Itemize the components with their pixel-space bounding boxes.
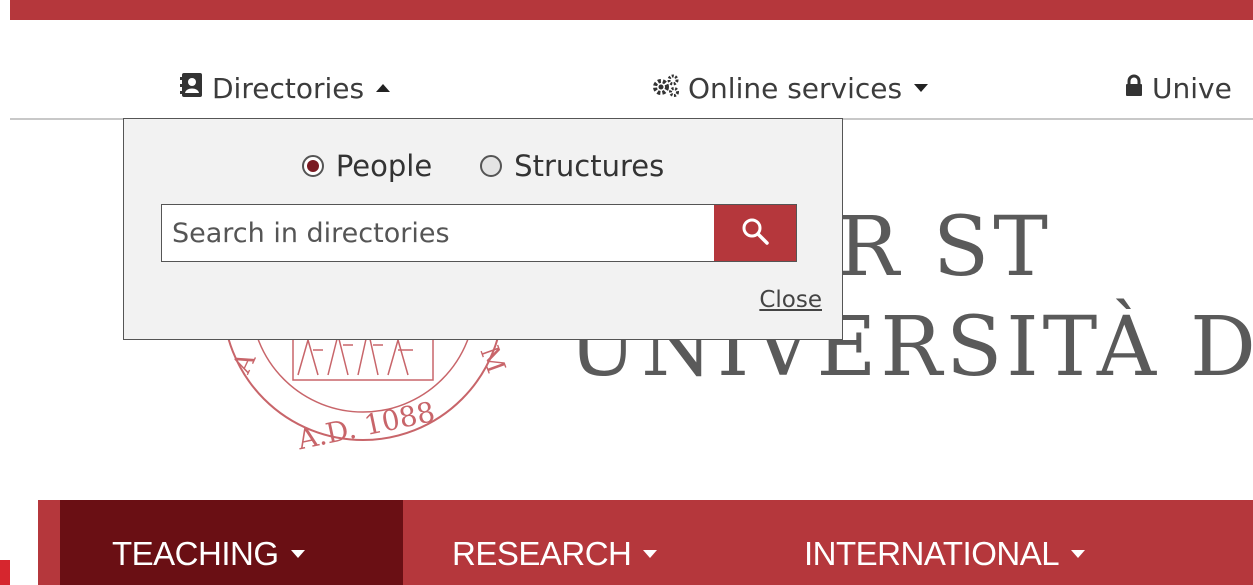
university-login-label: Unive bbox=[1152, 71, 1232, 105]
online-services-label: Online services bbox=[688, 71, 903, 105]
nav-item-international[interactable]: INTERNATIONAL bbox=[804, 500, 1086, 585]
top-brand-strip bbox=[10, 0, 1253, 20]
radio-structures[interactable]: Structures bbox=[480, 149, 664, 183]
address-book-icon bbox=[180, 72, 204, 105]
nav-international-label: INTERNATIONAL bbox=[804, 534, 1060, 572]
search-icon bbox=[740, 216, 770, 250]
left-accent-bar bbox=[0, 560, 10, 585]
nav-research-label: RESEARCH bbox=[452, 534, 632, 572]
directories-dropdown-panel: People Structures Close bbox=[123, 118, 843, 340]
university-login-link[interactable]: Unive bbox=[1124, 68, 1232, 108]
search-type-radio-group: People Structures bbox=[124, 149, 842, 183]
close-panel-link[interactable]: Close bbox=[759, 287, 822, 313]
nav-teaching-label: TEACHING bbox=[112, 534, 279, 572]
directories-label: Directories bbox=[212, 71, 365, 105]
directories-search-input[interactable] bbox=[162, 205, 714, 261]
directories-toggle[interactable]: Directories bbox=[180, 68, 391, 108]
radio-people-button[interactable] bbox=[301, 155, 324, 177]
nav-item-research[interactable]: RESEARCH bbox=[452, 500, 658, 585]
lock-icon bbox=[1124, 72, 1144, 105]
seal-letter-m: M bbox=[473, 342, 508, 377]
utility-bar: Directories Online services Unive bbox=[0, 20, 1253, 118]
radio-structures-label: Structures bbox=[514, 149, 665, 183]
online-services-toggle[interactable]: Online services bbox=[652, 68, 929, 108]
seal-date: A.D. 1088 bbox=[293, 395, 437, 457]
radio-people-label: People bbox=[335, 149, 433, 183]
chevron-down-icon bbox=[1071, 549, 1086, 558]
gears-icon bbox=[652, 72, 680, 105]
radio-structures-button[interactable] bbox=[480, 155, 503, 177]
nav-item-teaching[interactable]: TEACHING bbox=[60, 500, 403, 585]
caret-up-icon bbox=[376, 84, 391, 92]
chevron-down-icon bbox=[643, 549, 658, 558]
caret-down-icon bbox=[914, 84, 929, 92]
radio-people[interactable]: People bbox=[301, 149, 433, 183]
chevron-down-icon bbox=[290, 549, 305, 558]
page: Directories Online services Unive A M A.… bbox=[0, 0, 1253, 585]
search-submit-button[interactable] bbox=[714, 205, 796, 261]
directories-search-box bbox=[161, 204, 797, 262]
